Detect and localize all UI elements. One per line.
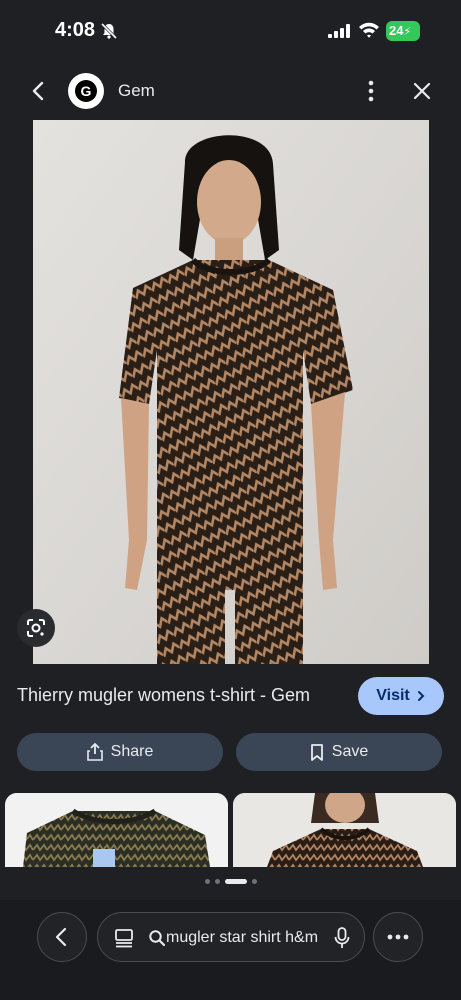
close-icon[interactable] (410, 79, 434, 103)
result-title[interactable]: Thierry mugler womens t-shirt - Gem (17, 685, 310, 706)
wifi-icon (359, 22, 379, 38)
signal-icon (328, 24, 350, 38)
pager-dot-active (224, 878, 247, 884)
related-image-1 (5, 793, 228, 867)
product-photo (33, 120, 429, 664)
status-bar: 4:08 24⚡ (0, 0, 461, 60)
search-bar[interactable]: mugler star shirt h&m (97, 912, 365, 962)
battery-charging-icon: 24⚡ (386, 21, 420, 41)
save-label: Save (331, 743, 369, 760)
more-vertical-icon[interactable] (360, 78, 382, 104)
share-label: Share (110, 743, 154, 760)
pager-dot (204, 878, 210, 884)
share-icon (86, 743, 103, 761)
pager-dot (251, 878, 257, 884)
site-name: Gem (118, 81, 155, 100)
related-result-2[interactable] (233, 793, 456, 867)
mic-icon[interactable] (332, 926, 352, 950)
more-options-button[interactable] (373, 912, 423, 962)
save-button[interactable]: Save (236, 733, 442, 771)
chevron-left-icon (55, 927, 67, 947)
pager-dot (214, 878, 220, 884)
product-image[interactable] (33, 120, 429, 664)
more-horizontal-icon (387, 934, 409, 940)
bookmark-icon (310, 743, 323, 761)
visit-button[interactable]: Visit (358, 677, 444, 715)
carousel-pager (0, 876, 461, 886)
status-time: 4:08 (55, 19, 96, 41)
bottom-toolbar: mugler star shirt h&m (0, 900, 461, 1000)
related-result-1[interactable] (5, 793, 228, 867)
visit-label: Visit (376, 687, 410, 704)
site-logo: G (68, 73, 104, 109)
google-lens-button[interactable] (17, 609, 55, 647)
google-lens-icon (27, 619, 45, 637)
chevron-right-icon (417, 691, 425, 701)
bell-slash-icon (100, 22, 118, 40)
share-button[interactable]: Share (17, 733, 223, 771)
chevron-left-icon[interactable] (26, 78, 52, 104)
search-query[interactable]: mugler star shirt h&m (166, 929, 318, 947)
viewer-header: G Gem (0, 60, 461, 120)
search-icon (149, 930, 166, 947)
nav-back-button[interactable] (37, 912, 87, 962)
tabs-icon[interactable] (114, 928, 134, 948)
battery-level: 24 (389, 23, 404, 38)
site-logo-letter: G (75, 80, 97, 102)
related-image-2 (233, 793, 456, 867)
